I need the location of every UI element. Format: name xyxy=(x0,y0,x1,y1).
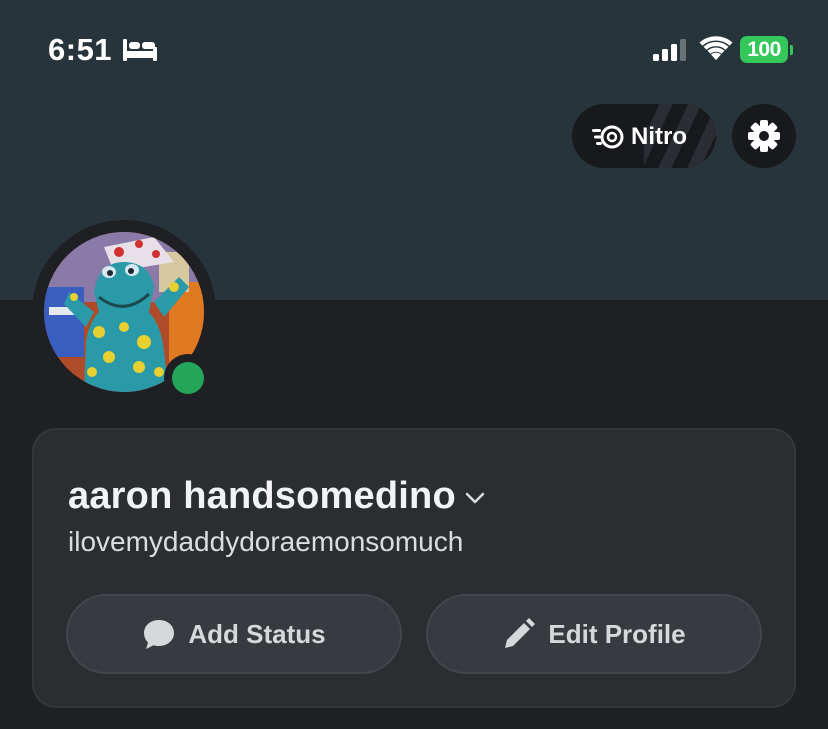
nitro-icon xyxy=(592,125,624,149)
cellular-signal-icon xyxy=(653,39,686,61)
profile-card: aaron handsomedino ilovemydaddydoraemons… xyxy=(32,428,796,708)
chevron-down-icon xyxy=(465,492,485,504)
battery-nub xyxy=(790,45,793,55)
speech-bubble-icon xyxy=(144,620,175,649)
add-status-button[interactable]: Add Status xyxy=(66,594,402,674)
edit-profile-button[interactable]: Edit Profile xyxy=(426,594,762,674)
display-name-dropdown[interactable]: aaron handsomedino xyxy=(68,474,486,518)
settings-button[interactable] xyxy=(732,104,796,168)
bed-icon xyxy=(123,39,157,61)
battery-level: 100 xyxy=(747,37,781,61)
gear-icon xyxy=(748,120,780,152)
online-status-indicator xyxy=(172,362,204,394)
username: ilovemydaddydoraemonsomuch xyxy=(68,526,464,557)
display-name: aaron handsomedino xyxy=(68,474,456,517)
wifi-icon xyxy=(699,36,733,60)
pencil-icon xyxy=(505,618,536,648)
status-bar: 6:51 100 xyxy=(0,0,828,100)
nitro-button[interactable]: Nitro xyxy=(572,104,716,168)
battery-icon: 100 xyxy=(740,36,788,63)
edit-profile-label: Edit Profile xyxy=(548,618,686,649)
status-time: 6:51 xyxy=(48,32,113,67)
add-status-label: Add Status xyxy=(188,618,326,649)
nitro-label: Nitro xyxy=(631,123,687,150)
